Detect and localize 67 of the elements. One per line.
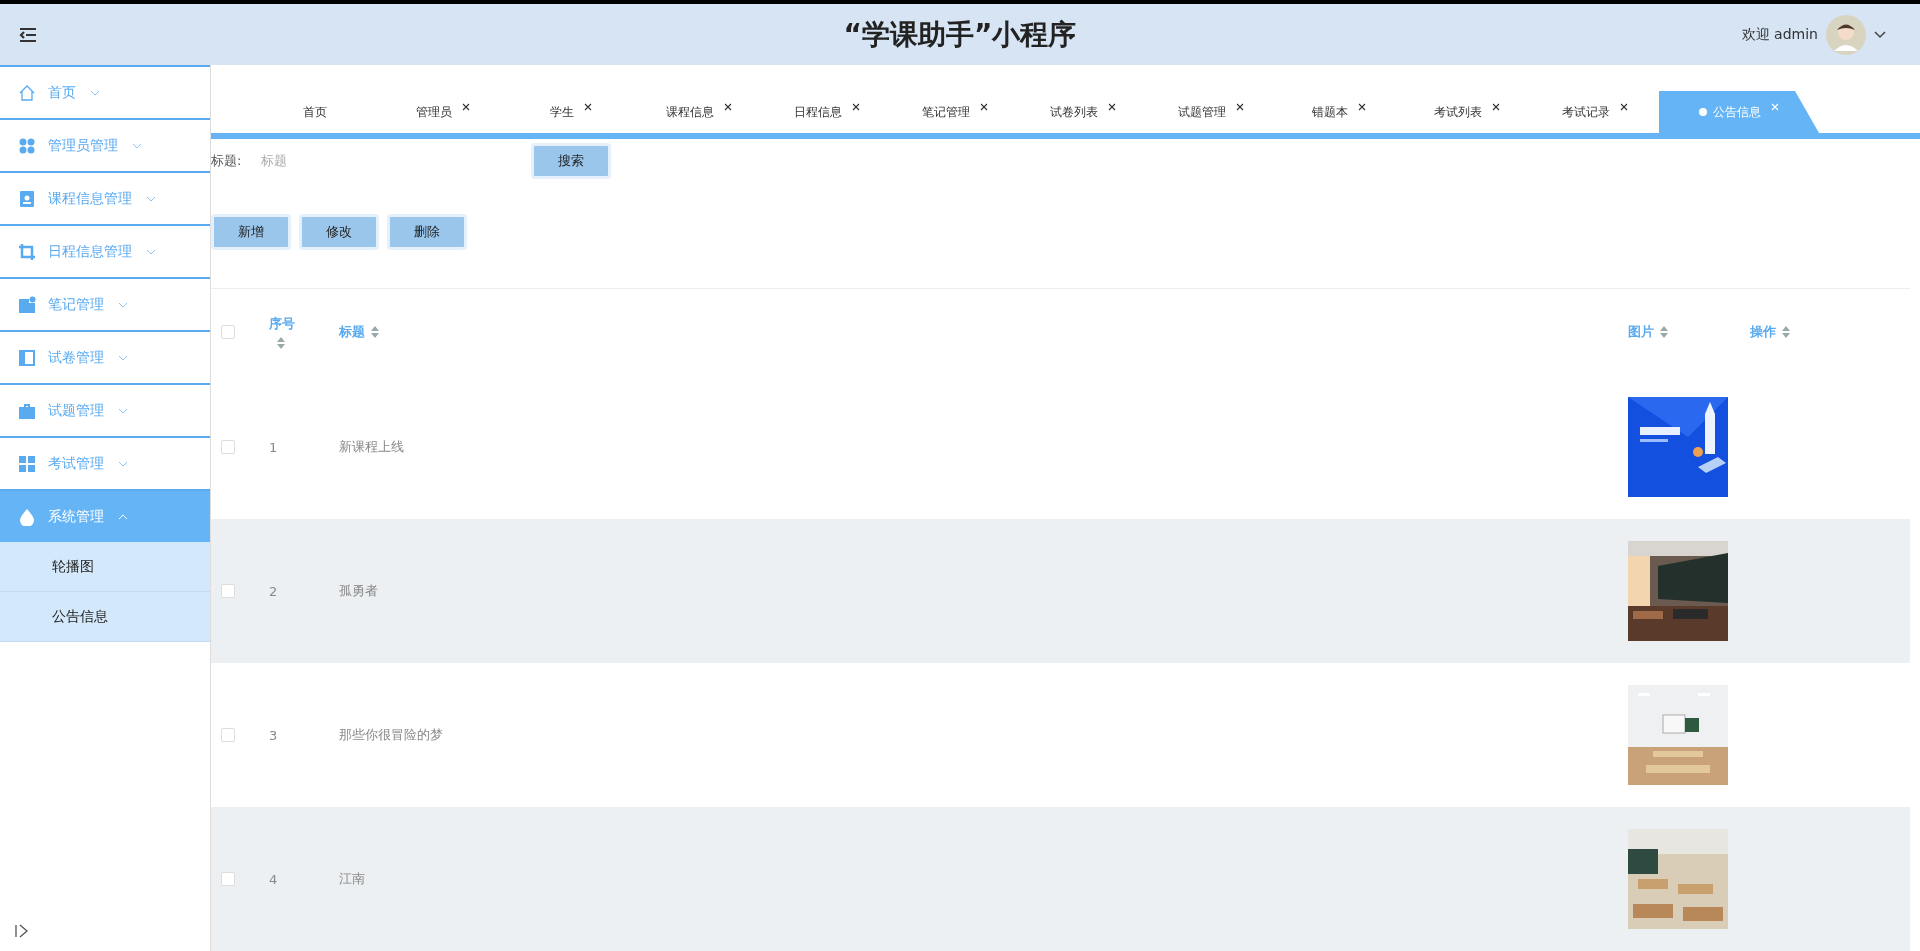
caret-icon[interactable] [1874, 30, 1886, 39]
tab[interactable]: 首页 [251, 91, 379, 133]
table-cell: 江南 [339, 870, 365, 888]
checkbox[interactable] [221, 728, 235, 742]
badge-icon [18, 189, 36, 208]
chevron-icon [132, 142, 142, 149]
dots-icon [18, 136, 36, 155]
submenu-item[interactable]: 公告信息 [0, 592, 210, 642]
note-icon [18, 295, 36, 314]
home-icon [18, 83, 36, 102]
drop-icon [18, 507, 36, 526]
action-button[interactable]: 新增 [211, 214, 291, 250]
expand-icon[interactable] [14, 923, 30, 939]
chevron-icon [118, 354, 128, 361]
close-icon[interactable] [1620, 103, 1628, 111]
close-icon[interactable] [1492, 103, 1500, 111]
close-icon[interactable] [852, 103, 860, 111]
checkbox[interactable] [221, 872, 235, 886]
table-cell: 3 [269, 727, 278, 743]
tab[interactable]: 考试列表 [1403, 91, 1531, 133]
tab[interactable]: 学生 [507, 91, 635, 133]
tab[interactable]: 日程信息 [763, 91, 891, 133]
tab[interactable]: 笔记管理 [891, 91, 1019, 133]
close-icon[interactable] [462, 103, 470, 111]
crop-icon [18, 242, 36, 261]
checkbox[interactable] [221, 325, 235, 339]
grid-icon [18, 454, 36, 473]
title-field[interactable]: 标题 [241, 145, 464, 176]
tab[interactable]: 试题管理 [1147, 91, 1275, 133]
chevron-icon [118, 513, 128, 520]
table-cell: 2 [269, 583, 278, 599]
dot-icon [1699, 108, 1707, 116]
table-cell: 孤勇者 [339, 582, 378, 600]
chevron-icon [146, 195, 156, 202]
avatar-icon[interactable] [1826, 14, 1866, 55]
close-icon[interactable] [724, 103, 732, 111]
table-cell: 1 [269, 439, 278, 455]
chevron-icon [118, 407, 128, 414]
table-cell: 新课程上线 [339, 438, 404, 456]
close-icon[interactable] [584, 103, 592, 111]
search-button[interactable]: 搜索 [531, 142, 612, 179]
table-cell: 那些你很冒险的梦 [339, 726, 443, 744]
tab[interactable]: 试卷列表 [1019, 91, 1147, 133]
action-button[interactable]: 删除 [387, 214, 467, 250]
field-label: 标题: [211, 151, 242, 170]
tab[interactable]: 考试记录 [1531, 91, 1659, 133]
checkbox[interactable] [221, 440, 235, 454]
case-icon [18, 401, 36, 420]
close-icon[interactable] [1108, 103, 1116, 111]
action-button[interactable]: 修改 [299, 214, 379, 250]
panel-icon [18, 348, 36, 367]
chevron-icon [118, 301, 128, 308]
close-icon[interactable] [1358, 103, 1366, 111]
close-icon[interactable] [980, 103, 988, 111]
tab[interactable]: 管理员 [379, 91, 507, 133]
submenu-item[interactable]: 轮播图 [0, 542, 210, 592]
close-icon[interactable] [1236, 103, 1244, 111]
tab[interactable]: 课程信息 [635, 91, 763, 133]
menu-icon[interactable] [18, 26, 38, 43]
welcome-text: 欢迎 admin [1741, 25, 1818, 44]
tab[interactable]: 错题本 [1275, 91, 1403, 133]
app-title: “学课助手”小程序 [843, 16, 1077, 53]
chevron-icon [118, 460, 128, 467]
chevron-icon [90, 89, 100, 96]
checkbox[interactable] [221, 584, 235, 598]
chevron-icon [146, 248, 156, 255]
table-cell: 4 [269, 871, 278, 887]
